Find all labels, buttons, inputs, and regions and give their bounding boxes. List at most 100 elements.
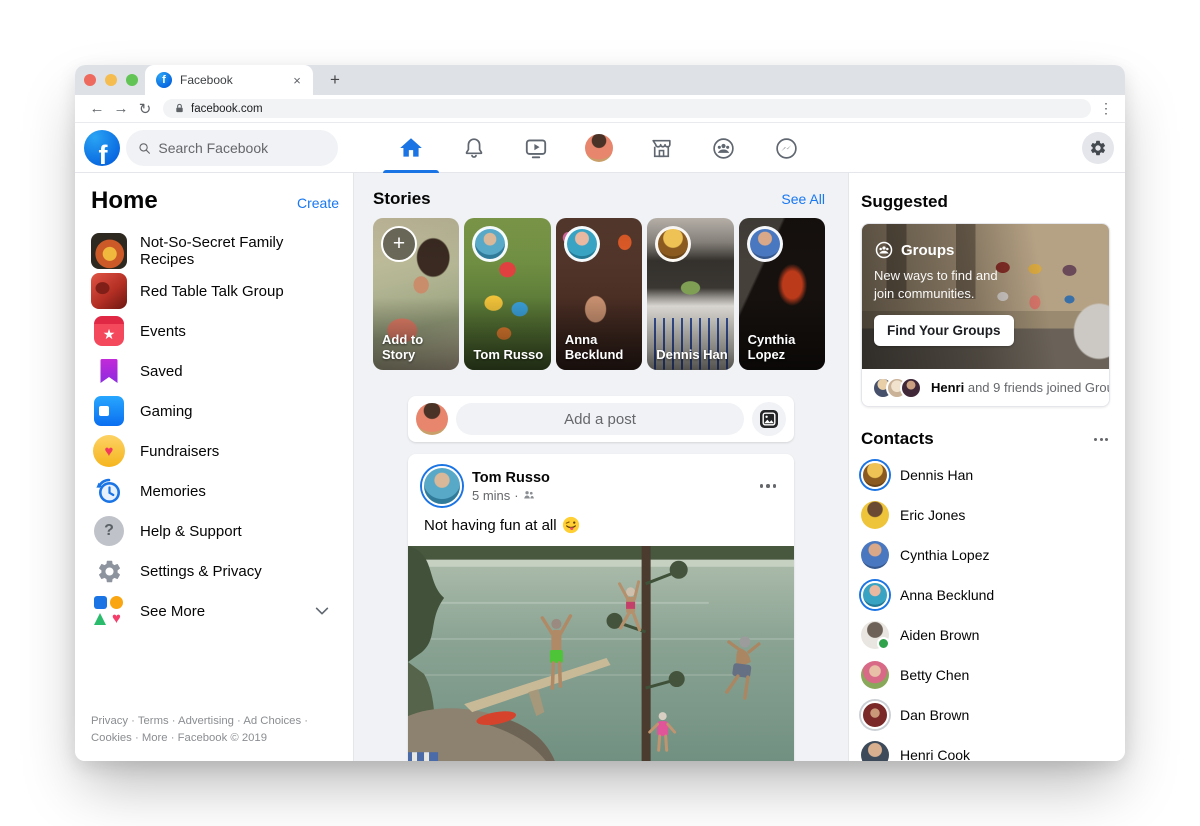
story-card-dennis-han[interactable]: Dennis Han [647, 218, 733, 370]
contact-avatar-online [861, 621, 889, 649]
post-composer: Add a post [408, 396, 794, 442]
facebook-nav [380, 123, 817, 173]
contact-avatar [861, 701, 889, 729]
sidebar-menu: Not-So-Secret Family Recipes Red Table T… [91, 231, 339, 631]
minimize-window-button[interactable] [105, 74, 117, 86]
contact-eric-jones[interactable]: Eric Jones [861, 495, 1110, 535]
contacts-options-icon[interactable] [1092, 434, 1110, 445]
reload-icon[interactable]: ↻ [133, 100, 157, 118]
browser-window: f Facebook × + ← → ↻ facebook.com ⋮ f [75, 65, 1125, 761]
zoom-window-button[interactable] [126, 74, 138, 86]
contact-henri-cook[interactable]: Henri Cook [861, 735, 1110, 761]
sidebar-item-gaming[interactable]: Gaming [91, 391, 339, 431]
nav-groups-tab[interactable] [693, 123, 755, 173]
marketplace-icon [649, 136, 674, 161]
contacts-title: Contacts [861, 429, 934, 449]
contact-avatar [861, 461, 889, 489]
nav-watch-tab[interactable] [505, 123, 567, 173]
page-title: Home [91, 187, 158, 215]
lock-icon [174, 103, 185, 114]
events-calendar-icon [94, 316, 124, 346]
post-timestamp: 5 mins [472, 488, 510, 503]
search-input[interactable] [158, 140, 326, 156]
memories-clock-icon [91, 473, 127, 509]
groups-icon [874, 240, 894, 260]
post-meta: 5 mins · [472, 488, 746, 503]
profile-avatar [585, 134, 613, 162]
sidebar-item-see-more[interactable]: ♥ See More [91, 591, 339, 631]
contact-dan-brown[interactable]: Dan Brown [861, 695, 1110, 735]
messenger-icon [774, 136, 799, 161]
sidebar-item-red-table-talk-group[interactable]: Red Table Talk Group [91, 271, 339, 311]
facebook-favicon: f [156, 72, 172, 88]
contact-aiden-brown[interactable]: Aiden Brown [861, 615, 1110, 655]
fundraisers-heart-icon [91, 433, 127, 469]
groups-card-description: New ways to find and join communities. [874, 267, 1014, 302]
stories-title: Stories [373, 189, 431, 209]
contact-cynthia-lopez[interactable]: Cynthia Lopez [861, 535, 1110, 575]
sidebar-item-saved[interactable]: Saved [91, 351, 339, 391]
sidebar-item-recipes-group[interactable]: Not-So-Secret Family Recipes [91, 231, 339, 271]
browser-menu-icon[interactable]: ⋮ [1097, 100, 1115, 117]
watch-icon [523, 135, 549, 161]
gaming-icon [91, 393, 127, 429]
post-author-avatar[interactable] [422, 466, 462, 506]
bookmark-icon [91, 353, 127, 389]
add-story-plus-icon[interactable] [381, 226, 417, 262]
chevron-down-icon[interactable] [313, 602, 331, 620]
active-tab-underline [383, 170, 439, 173]
nav-notifications-tab[interactable] [443, 123, 505, 173]
url-text: facebook.com [191, 103, 263, 115]
tongue-out-emoji [562, 516, 580, 534]
sidebar-item-settings-privacy[interactable]: Settings & Privacy [91, 551, 339, 591]
contact-betty-chen[interactable]: Betty Chen [861, 655, 1110, 695]
stories-row: Add to Story Tom Russo Anna Becklund [373, 218, 825, 370]
post-options-icon[interactable] [756, 480, 781, 492]
add-photo-button[interactable] [752, 402, 786, 436]
bell-icon [462, 136, 486, 160]
contact-avatar [861, 741, 889, 761]
nav-messenger-tab[interactable] [755, 123, 817, 173]
story-card-anna-becklund[interactable]: Anna Becklund [556, 218, 642, 370]
composer-avatar[interactable] [416, 403, 448, 435]
back-icon[interactable]: ← [85, 100, 109, 117]
post-author-name[interactable]: Tom Russo [472, 470, 746, 486]
left-sidebar: Home Create Not-So-Secret Family Recipes… [75, 173, 354, 761]
story-card-tom-russo[interactable]: Tom Russo [464, 218, 550, 370]
post-photo-lake-jump[interactable] [408, 546, 794, 761]
contacts-list: Dennis Han Eric Jones Cynthia Lopez Anna… [861, 455, 1110, 761]
see-more-shapes-icon: ♥ [91, 593, 127, 629]
page-background: f Facebook × + ← → ↻ facebook.com ⋮ f [0, 0, 1200, 826]
groups-suggestion-card: Groups New ways to find and join communi… [861, 223, 1110, 407]
sidebar-item-events[interactable]: Events [91, 311, 339, 351]
contact-anna-becklund[interactable]: Anna Becklund [861, 575, 1110, 615]
close-window-button[interactable] [84, 74, 96, 86]
sidebar-item-memories[interactable]: Memories [91, 471, 339, 511]
close-tab-icon[interactable]: × [289, 73, 305, 88]
see-all-link[interactable]: See All [781, 191, 825, 207]
right-sidebar: Suggested [848, 173, 1125, 761]
search-box[interactable] [126, 130, 338, 166]
sidebar-item-fundraisers[interactable]: Fundraisers [91, 431, 339, 471]
settings-button[interactable] [1082, 132, 1114, 164]
address-bar[interactable]: facebook.com [163, 99, 1091, 118]
nav-home-tab[interactable] [380, 123, 442, 173]
create-link[interactable]: Create [297, 195, 339, 211]
browser-tab-facebook[interactable]: f Facebook × [145, 65, 313, 95]
avatar [900, 377, 922, 399]
friends-privacy-icon [523, 489, 535, 501]
help-question-icon [91, 513, 127, 549]
nav-marketplace-tab[interactable] [630, 123, 692, 173]
add-post-input[interactable]: Add a post [456, 403, 744, 435]
facebook-header: f [75, 123, 1125, 173]
groups-card-photo: Groups New ways to find and join communi… [862, 224, 1109, 369]
sidebar-item-help-support[interactable]: Help & Support [91, 511, 339, 551]
story-card-cynthia-lopez[interactable]: Cynthia Lopez [739, 218, 825, 370]
find-your-groups-button[interactable]: Find Your Groups [874, 315, 1014, 346]
new-tab-button[interactable]: + [323, 68, 347, 92]
forward-icon[interactable]: → [109, 100, 133, 117]
nav-profile-tab[interactable] [568, 123, 630, 173]
contact-dennis-han[interactable]: Dennis Han [861, 455, 1110, 495]
story-card-add-to-story[interactable]: Add to Story [373, 218, 459, 370]
facebook-logo[interactable]: f [84, 130, 120, 166]
